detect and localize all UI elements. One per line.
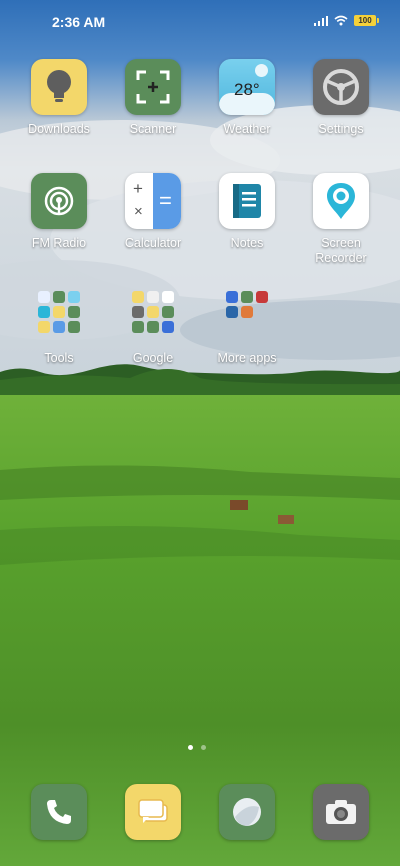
mini-app-icon (147, 306, 159, 318)
app-label: Calculator (124, 236, 182, 250)
folder-tools[interactable]: Tools (12, 288, 106, 366)
mini-app-icon (38, 321, 50, 333)
battery-icon: 100 (354, 15, 379, 26)
mini-app-icon (68, 321, 80, 333)
mini-app-icon (53, 291, 65, 303)
folder-more-apps[interactable]: More apps (200, 288, 294, 366)
wifi-icon (334, 15, 348, 26)
weather-icon: 28° (219, 59, 275, 115)
gear-icon (313, 59, 369, 115)
mini-app-icon (38, 306, 50, 318)
camera-icon[interactable] (313, 784, 369, 840)
app-label: Settings (318, 122, 364, 136)
page-indicator (188, 745, 206, 750)
mini-app-icon (68, 291, 80, 303)
page-dot (201, 745, 206, 750)
notes-icon (219, 173, 275, 229)
app-weather[interactable]: 28° Weather (200, 59, 294, 137)
messages-icon[interactable] (125, 784, 181, 840)
app-label: Screen Recorder (315, 236, 367, 265)
folder-icon (34, 291, 84, 341)
mini-app-icon (132, 321, 144, 333)
mini-app-icon (226, 291, 238, 303)
mini-app-icon (38, 291, 50, 303)
folder-label: More apps (217, 351, 277, 365)
app-label: Scanner (129, 122, 177, 136)
screen-recorder-icon (313, 173, 369, 229)
app-label: Notes (230, 236, 264, 250)
weather-temperature: 28° (234, 80, 260, 99)
app-screen-recorder[interactable]: Screen Recorder (294, 173, 388, 266)
app-label: Downloads (28, 122, 90, 136)
app-notes[interactable]: Notes (200, 173, 294, 251)
status-bar: 2:36 AM 100 (0, 0, 400, 44)
status-icons: 100 (314, 15, 379, 26)
app-downloads[interactable]: Downloads (12, 59, 106, 137)
mini-app-icon (68, 306, 80, 318)
folder-icon (222, 291, 272, 341)
mini-app-icon (241, 291, 253, 303)
lightbulb-icon (31, 59, 87, 115)
calculator-icon: + × = (125, 173, 181, 229)
page-dot-active (188, 745, 193, 750)
mini-app-icon (53, 306, 65, 318)
browser-icon[interactable] (219, 784, 275, 840)
mini-app-icon (132, 306, 144, 318)
folder-label: Google (132, 351, 174, 365)
mini-app-icon (162, 291, 174, 303)
app-scanner[interactable]: Scanner (106, 59, 200, 137)
folder-label: Tools (44, 351, 74, 365)
app-settings[interactable]: Settings (294, 59, 388, 137)
mini-app-icon (256, 291, 268, 303)
app-fm-radio[interactable]: FM Radio (12, 173, 106, 251)
folder-icon (128, 291, 178, 341)
mini-app-icon (162, 321, 174, 333)
folder-google[interactable]: Google (106, 288, 200, 366)
mini-app-icon (53, 321, 65, 333)
signal-icon (314, 15, 328, 26)
app-label: FM Radio (31, 236, 87, 250)
mini-app-icon (226, 306, 238, 318)
status-time: 2:36 AM (52, 14, 106, 30)
mini-app-icon (241, 306, 253, 318)
mini-app-icon (132, 291, 144, 303)
mini-app-icon (162, 306, 174, 318)
phone-icon[interactable] (31, 784, 87, 840)
mini-app-icon (147, 321, 159, 333)
mini-app-icon (147, 291, 159, 303)
app-label: Weather (223, 122, 271, 136)
scan-icon (125, 59, 181, 115)
app-calculator[interactable]: + × = Calculator (106, 173, 200, 251)
radio-icon (31, 173, 87, 229)
